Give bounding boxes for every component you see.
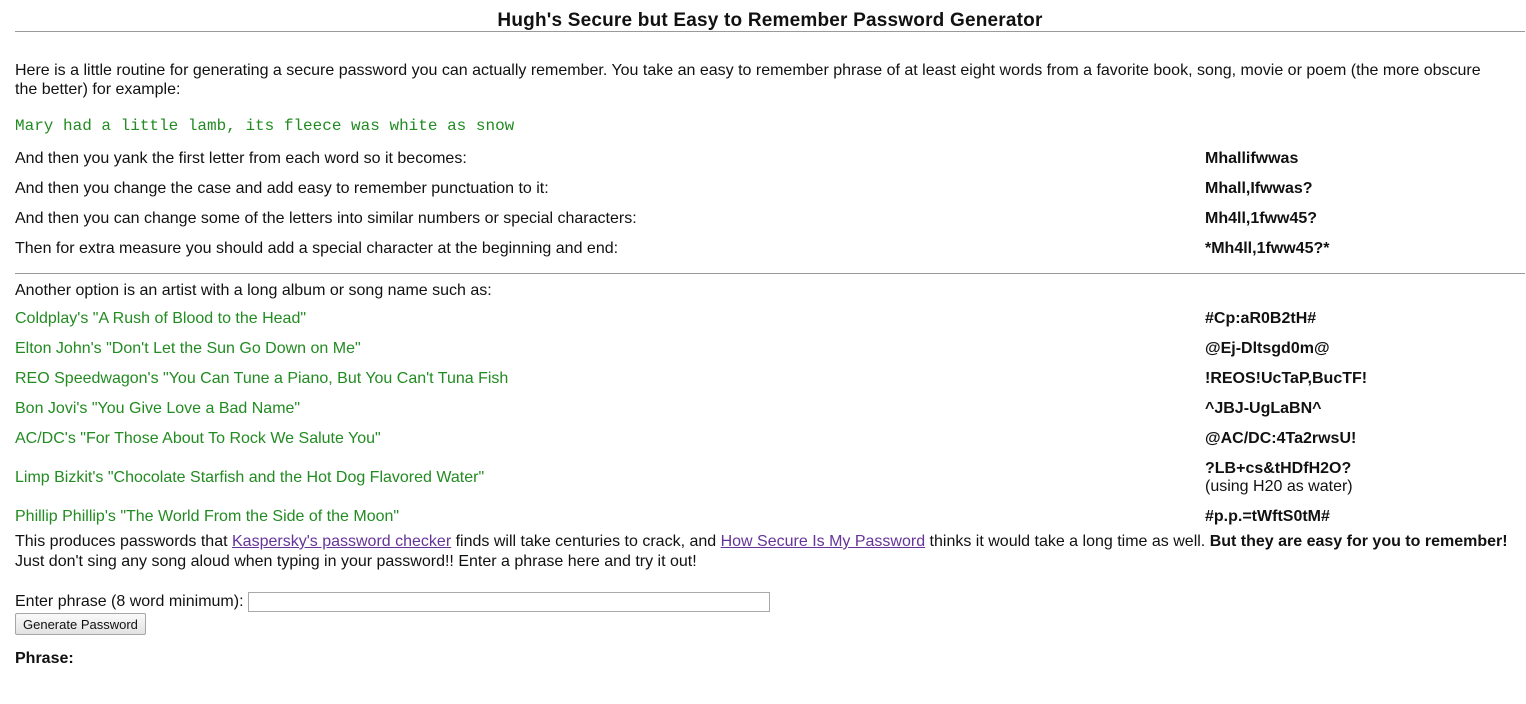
step-result: Mhallifwwas: [1205, 150, 1299, 167]
song-password-cell: ?LB+cs&tHDfH2O? (using H20 as water): [1205, 454, 1525, 502]
phrase-output-label: Phrase:: [15, 650, 74, 667]
phrase-input-label: Enter phrase (8 word minimum):: [15, 593, 244, 610]
song-password: !REOS!UcTaP,BucTF!: [1205, 370, 1368, 387]
example-row: Coldplay's "A Rush of Blood to the Head"…: [15, 304, 1525, 334]
song-title: Coldplay's "A Rush of Blood to the Head": [15, 310, 307, 327]
example-row: Limp Bizkit's "Chocolate Starfish and th…: [15, 454, 1525, 502]
how-secure-link[interactable]: How Secure Is My Password: [721, 533, 926, 550]
outro-text: This produces passwords that: [15, 533, 232, 550]
step-result: *Mh4ll,1fww45?*: [1205, 240, 1330, 257]
phrase-form: Enter phrase (8 word minimum):: [15, 591, 1511, 613]
another-option-row: Another option is an artist with a long …: [15, 282, 1525, 304]
step-description: And then you yank the first letter from …: [15, 150, 467, 167]
outro-text: Just don't sing any song aloud when typi…: [15, 553, 697, 570]
outro-paragraph: This produces passwords that Kaspersky's…: [15, 532, 1515, 572]
step-row: Then for extra measure you should add a …: [15, 234, 1525, 264]
password-note: (using H20 as water): [1205, 478, 1353, 495]
song-title: REO Speedwagon's "You Can Tune a Piano, …: [15, 370, 509, 387]
example-row: REO Speedwagon's "You Can Tune a Piano, …: [15, 364, 1525, 394]
page-title: Hugh's Secure but Easy to Remember Passw…: [497, 10, 1043, 31]
generate-password-button[interactable]: Generate Password: [15, 613, 146, 635]
song-title: Limp Bizkit's "Chocolate Starfish and th…: [15, 469, 485, 486]
song-password: @AC/DC:4Ta2rwsU!: [1205, 430, 1357, 447]
song-password: ^JBJ-UgLaBN^: [1205, 400, 1322, 417]
step-description: And then you change the case and add eas…: [15, 180, 549, 197]
song-title: AC/DC's "For Those About To Rock We Salu…: [15, 430, 381, 447]
divider-cell: [15, 264, 1525, 282]
outro-text: finds will take centuries to crack, and: [451, 533, 721, 550]
another-option-text: Another option is an artist with a long …: [15, 282, 492, 299]
step-result: Mhall,Ifwwas?: [1205, 180, 1313, 197]
intro-paragraph: Here is a little routine for generating …: [15, 62, 1481, 98]
outro-emphasis: But they are easy for you to remember!: [1209, 533, 1508, 550]
example-row: Phillip Phillip's "The World From the Si…: [15, 502, 1525, 532]
song-title: Elton John's "Don't Let the Sun Go Down …: [15, 340, 361, 357]
example-row: Bon Jovi's "You Give Love a Bad Name" ^J…: [15, 394, 1525, 424]
song-title: Phillip Phillip's "The World From the Si…: [15, 508, 400, 525]
divider-row: [15, 264, 1525, 282]
step-result: Mh4ll,1fww45?: [1205, 210, 1318, 227]
steps-table: And then you yank the first letter from …: [15, 144, 1525, 532]
song-password: @Ej-Dltsgd0m@: [1205, 340, 1330, 357]
step-description: Then for extra measure you should add a …: [15, 240, 619, 257]
kaspersky-link[interactable]: Kaspersky's password checker: [232, 533, 451, 550]
song-title: Bon Jovi's "You Give Love a Bad Name": [15, 400, 301, 417]
step-row: And then you change the case and add eas…: [15, 174, 1525, 204]
step-description: And then you can change some of the lett…: [15, 210, 637, 227]
song-password: ?LB+cs&tHDfH2O?: [1205, 460, 1352, 477]
example-phrase: Mary had a little lamb, its fleece was w…: [15, 117, 515, 135]
example-row: Elton John's "Don't Let the Sun Go Down …: [15, 334, 1525, 364]
step-row: And then you can change some of the lett…: [15, 204, 1525, 234]
divider: [15, 272, 1525, 274]
phrase-input[interactable]: [247, 592, 770, 612]
outro-text: thinks it would take a long time as well…: [925, 533, 1210, 550]
example-row: AC/DC's "For Those About To Rock We Salu…: [15, 424, 1525, 454]
song-password: #Cp:aR0B2tH#: [1205, 310, 1317, 327]
step-row: And then you yank the first letter from …: [15, 144, 1525, 174]
song-password: #p.p.=tWftS0tM#: [1205, 508, 1330, 525]
